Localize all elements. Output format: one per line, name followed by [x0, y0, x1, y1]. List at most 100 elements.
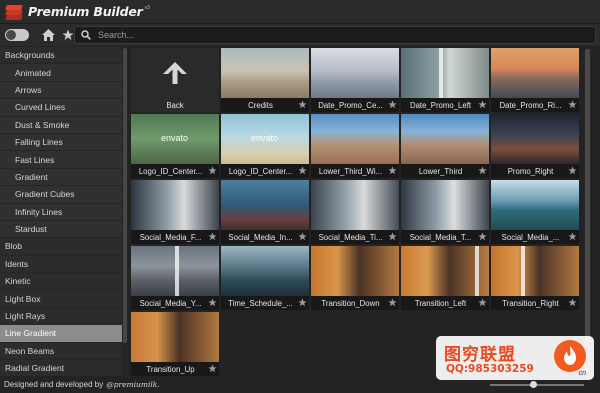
sidebar-scrollbar[interactable]: [122, 47, 128, 376]
sidebar-item[interactable]: Blob: [0, 238, 122, 256]
template-label: Social_Media_Y...: [131, 296, 219, 310]
template-tile[interactable]: Date_Promo_Ce...: [311, 48, 399, 112]
sidebar-item[interactable]: Fast Lines: [0, 151, 122, 169]
search-icon: [81, 30, 91, 40]
template-label: Logo_ID_Center...: [131, 164, 219, 178]
favorite-star-icon[interactable]: [207, 231, 217, 242]
search-bar[interactable]: [74, 26, 596, 44]
favorite-star-icon[interactable]: [387, 297, 397, 308]
template-label: Transition_Down: [311, 296, 399, 310]
template-grid: Back Credits Date_Promo_Ce... Date_Promo_L…: [131, 48, 581, 376]
template-label: Logo_ID_Center...: [221, 164, 309, 178]
sidebar-item[interactable]: Backgrounds: [0, 47, 122, 65]
search-input[interactable]: [98, 30, 498, 40]
template-thumbnail: [401, 180, 489, 230]
template-tile[interactable]: Social_Media_In...: [221, 180, 309, 244]
back-tile[interactable]: Back: [131, 48, 219, 112]
grid-scrollbar[interactable]: [584, 48, 591, 374]
template-thumbnail: [311, 114, 399, 164]
template-tile[interactable]: Credits: [221, 48, 309, 112]
sidebar-item[interactable]: Kinetic: [0, 273, 122, 291]
slider-knob[interactable]: [530, 381, 537, 388]
favorite-star-icon[interactable]: [567, 165, 577, 176]
template-label: Date_Promo_Ri...: [491, 98, 579, 112]
template-label: Time_Schedule_...: [221, 296, 309, 310]
favorite-star-icon[interactable]: [477, 165, 487, 176]
template-thumbnail: [401, 246, 489, 296]
template-tile[interactable]: Social_Media_...: [491, 180, 579, 244]
sidebar-item[interactable]: Radial Gradient: [0, 360, 122, 376]
template-thumbnail: [131, 312, 219, 362]
favorite-star-icon[interactable]: [567, 297, 577, 308]
favorite-star-icon[interactable]: [207, 165, 217, 176]
sidebar-item[interactable]: Light Box: [0, 290, 122, 308]
template-tile[interactable]: Lower_Third: [401, 114, 489, 178]
watermark-suffix: cn: [578, 370, 586, 377]
sidebar-item[interactable]: Dust & Smoke: [0, 116, 122, 134]
title-bar: Premium Builder v3: [0, 0, 600, 24]
template-tile[interactable]: Transition_Left: [401, 246, 489, 310]
home-icon[interactable]: [39, 26, 57, 44]
sidebar-item[interactable]: Curved Lines: [0, 99, 122, 117]
thumbnail-size-slider[interactable]: [482, 381, 592, 389]
template-label: Credits: [221, 98, 309, 112]
template-thumbnail: [131, 246, 219, 296]
template-tile[interactable]: Social_Media_Ti...: [311, 180, 399, 244]
template-thumbnail: [401, 114, 489, 164]
app-title: Premium Builder: [28, 4, 143, 19]
thumbnail-overlay-text: envato: [251, 133, 279, 143]
sidebar-item[interactable]: Neon Beams: [0, 343, 122, 361]
template-tile[interactable]: Transition_Down: [311, 246, 399, 310]
template-tile[interactable]: Social_Media_Y...: [131, 246, 219, 310]
favorite-star-icon[interactable]: [207, 297, 217, 308]
template-thumbnail: [221, 180, 309, 230]
template-thumbnail: [401, 48, 489, 98]
watermark-title: 图穷联盟: [444, 345, 516, 365]
favorite-star-icon[interactable]: [297, 99, 307, 110]
favorite-star-icon[interactable]: [297, 231, 307, 242]
sidebar-item[interactable]: Arrows: [0, 81, 122, 100]
sidebar-item[interactable]: Animated: [0, 64, 122, 82]
template-thumbnail: [221, 246, 309, 296]
sidebar-item[interactable]: Line Gradient: [0, 325, 122, 343]
favorite-star-icon[interactable]: [387, 231, 397, 242]
sidebar-item[interactable]: Gradient Cubes: [0, 186, 122, 204]
favorite-star-icon[interactable]: [297, 297, 307, 308]
sidebar-item[interactable]: Infinity Lines: [0, 203, 122, 221]
template-label: Social_Media_...: [491, 230, 579, 244]
favorite-star-icon[interactable]: [477, 231, 487, 242]
mode-toggle[interactable]: [5, 29, 29, 41]
template-tile[interactable]: Social_Media_T...: [401, 180, 489, 244]
back-label: Back: [131, 98, 219, 112]
favorite-star-icon[interactable]: [567, 99, 577, 110]
favorite-star-icon[interactable]: [567, 231, 577, 242]
sidebar-item[interactable]: Light Rays: [0, 308, 122, 326]
template-thumbnail: [131, 180, 219, 230]
template-tile[interactable]: Transition_Right: [491, 246, 579, 310]
favorite-star-icon[interactable]: [477, 99, 487, 110]
template-thumbnail: [491, 180, 579, 230]
sidebar-item[interactable]: Stardust: [0, 220, 122, 239]
sidebar-item[interactable]: Gradient: [0, 168, 122, 187]
template-thumbnail: [311, 180, 399, 230]
template-tile[interactable]: Transition_Up: [131, 312, 219, 376]
favorite-star-icon[interactable]: [387, 165, 397, 176]
favorite-star-icon[interactable]: [477, 297, 487, 308]
template-thumbnail: [491, 114, 579, 164]
favorite-star-icon[interactable]: [387, 99, 397, 110]
template-tile[interactable]: envato Logo_ID_Center...: [131, 114, 219, 178]
footer-credit: Designed and developed by: [4, 380, 104, 389]
favorite-star-icon[interactable]: [207, 363, 217, 374]
sidebar-item[interactable]: Idents: [0, 256, 122, 274]
template-tile[interactable]: Time_Schedule_...: [221, 246, 309, 310]
template-tile[interactable]: Lower_Third_Wi...: [311, 114, 399, 178]
template-label: Social_Media_F...: [131, 230, 219, 244]
template-tile[interactable]: Date_Promo_Left: [401, 48, 489, 112]
developer-signature[interactable]: @premiumilk.: [106, 380, 160, 389]
template-tile[interactable]: Promo_Right: [491, 114, 579, 178]
favorite-star-icon[interactable]: [297, 165, 307, 176]
template-tile[interactable]: Social_Media_F...: [131, 180, 219, 244]
sidebar-item[interactable]: Falling Lines: [0, 133, 122, 152]
template-tile[interactable]: envato Logo_ID_Center...: [221, 114, 309, 178]
template-tile[interactable]: Date_Promo_Ri...: [491, 48, 579, 112]
